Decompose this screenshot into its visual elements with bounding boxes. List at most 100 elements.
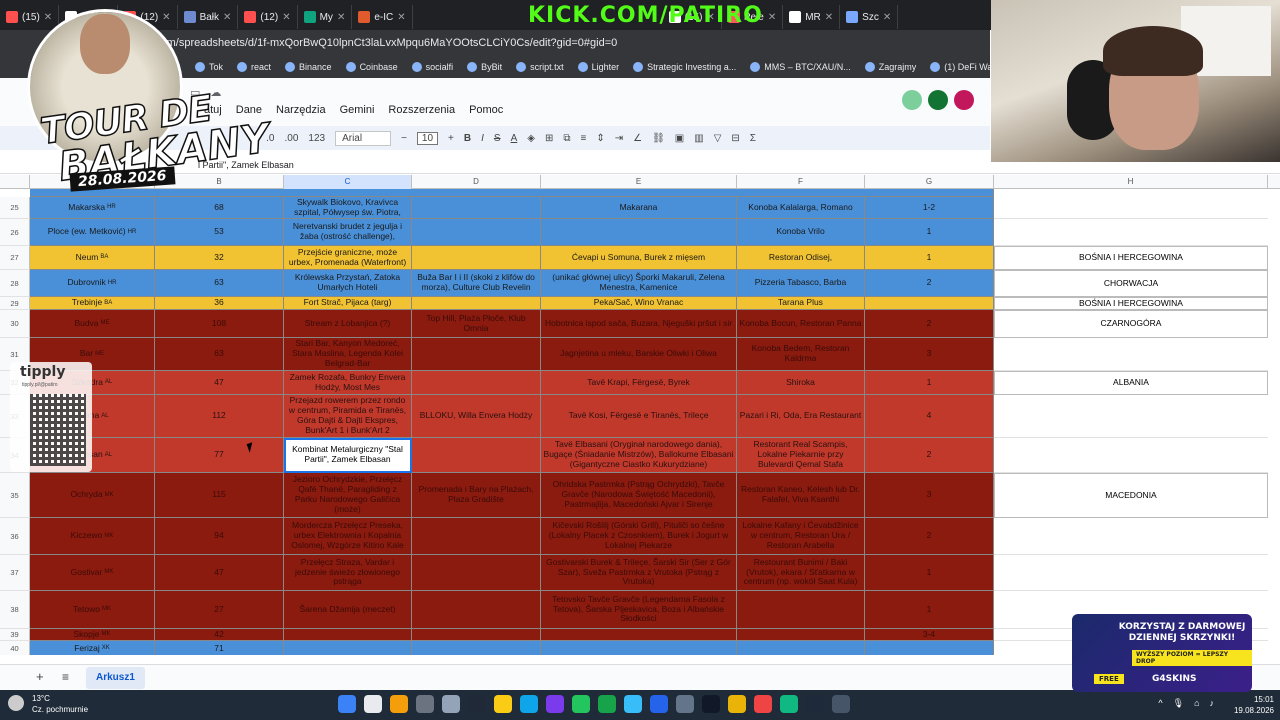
taskbar-app-icon[interactable] (832, 695, 850, 713)
cell-h[interactable]: CHORWACJA (994, 270, 1268, 297)
cell-h[interactable]: ALBANIA (994, 371, 1268, 395)
cell-d[interactable] (412, 629, 541, 641)
cell-g[interactable]: 2 (865, 518, 994, 555)
row-number[interactable]: 37 (0, 555, 30, 591)
cell-g[interactable]: 1 (865, 246, 994, 270)
cell-g[interactable]: 4 (865, 395, 994, 438)
row-number[interactable]: 35 (0, 473, 30, 518)
cell-c[interactable]: Skywalk Biokovo, Kravivca szpital, Półwy… (284, 197, 412, 219)
align-vertical-icon[interactable]: ⇕ (596, 133, 604, 144)
extension-pink-icon[interactable] (954, 90, 974, 110)
tab-close-icon[interactable]: ✕ (397, 12, 405, 23)
cell-d[interactable]: Buža Bar I i II (skoki z klifów do morza… (412, 270, 541, 297)
cell-g[interactable]: 2 (865, 310, 994, 338)
row-number[interactable]: 26 (0, 219, 30, 246)
cell-d[interactable]: Top Hill, Plaża Płoče, Klub Omnia (412, 310, 541, 338)
cell-b[interactable]: 53 (155, 219, 284, 246)
menu-item[interactable]: Rozszerzenia (388, 104, 455, 116)
cell-c[interactable]: Stream z Lobanjica (?) (284, 310, 412, 338)
cell-g[interactable]: 3 (865, 473, 994, 518)
cell-a[interactable]: Kiczewo MK (30, 518, 155, 555)
menu-item[interactable]: Narzędzia (276, 104, 326, 116)
extension-teal-icon[interactable] (928, 90, 948, 110)
browser-tab-6[interactable]: e-IC ✕ (352, 5, 413, 29)
bookmark-item[interactable]: socialfi (411, 62, 453, 72)
bookmark-item[interactable]: Zagrajmy (864, 62, 916, 72)
row-number[interactable]: 29 (0, 297, 30, 310)
column-header-e[interactable]: E (541, 175, 737, 189)
column-header-f[interactable]: F (737, 175, 865, 189)
cell-b[interactable]: 108 (155, 310, 284, 338)
functions-icon[interactable]: Σ (750, 133, 756, 144)
cell-h[interactable] (994, 555, 1268, 591)
borders-icon[interactable]: ⊞ (545, 133, 553, 144)
italic-button[interactable]: I (481, 133, 484, 144)
cell-h[interactable] (994, 338, 1268, 371)
cell-d[interactable]: Promenada i Bary na Plażach, Plaza Gradi… (412, 473, 541, 518)
taskbar-app-icon[interactable] (494, 695, 512, 713)
bookmark-item[interactable]: react (237, 62, 271, 72)
cell-a[interactable]: Dubrovnik HR (30, 270, 155, 297)
taskbar-app-icon[interactable] (728, 695, 746, 713)
cell-f[interactable]: Konoba Kalalarga, Romano (737, 197, 865, 219)
cell-f[interactable]: Konoba Vrilo (737, 219, 865, 246)
cell-f[interactable]: Restourant Bunimi / Baki (Vrutok), ekara… (737, 555, 865, 591)
cell-b[interactable]: 63 (155, 338, 284, 371)
bookmark-item[interactable]: Coinbase (345, 62, 398, 72)
cell-a[interactable]: Budva ME (30, 310, 155, 338)
cell-b[interactable]: 94 (155, 518, 284, 555)
filter-views-icon[interactable]: ⊟ (731, 133, 739, 144)
taskbar-app-icon[interactable] (416, 695, 434, 713)
taskbar-app-icon[interactable] (676, 695, 694, 713)
cell-a[interactable]: Trebinje BA (30, 297, 155, 310)
cell-g[interactable]: 1 (865, 591, 994, 629)
cell-h[interactable] (994, 197, 1268, 219)
cell-d[interactable]: BLLOKU, Willa Envera Hodży (412, 395, 541, 438)
bookmark-item[interactable]: Binance (285, 62, 332, 72)
cell-e[interactable]: Ohridska Pastrmka (Pstrąg Ochrydzki), Ta… (541, 473, 737, 518)
browser-tab-5[interactable]: My ✕ (298, 5, 353, 29)
menu-item[interactable]: Pomoc (469, 104, 503, 116)
cell-f[interactable]: Restorant Real Scampis, Lokalne Piekarni… (737, 438, 865, 473)
cell-b[interactable]: 27 (155, 591, 284, 629)
link-icon[interactable]: ⛓ (652, 133, 665, 144)
volume-icon[interactable]: ♪ (1210, 698, 1215, 709)
cell-d[interactable] (412, 338, 541, 371)
cell-c[interactable]: Neretvanski brudet z jegulja i žaba (ost… (284, 219, 412, 246)
cell-d[interactable] (412, 438, 541, 473)
row-number[interactable]: 39 (0, 629, 30, 641)
cell-a[interactable]: Neum BA (30, 246, 155, 270)
bookmark-item[interactable]: (1) DeFi Warhol on... (930, 62, 990, 72)
cell-g[interactable]: 1 (865, 219, 994, 246)
cell-f[interactable]: Lokalne Kafany i Ćevabdžinice w centrum,… (737, 518, 865, 555)
tab-close-icon[interactable]: ✕ (337, 12, 345, 23)
menu-item[interactable]: Gemini (340, 104, 375, 116)
bookmark-item[interactable]: script.txt (516, 62, 564, 72)
strikethrough-button[interactable]: S (494, 133, 501, 144)
filter-icon[interactable]: ▽ (714, 133, 722, 144)
cell-f[interactable]: Restoran Kaneo, Kelesh lub Dr. Falafel, … (737, 473, 865, 518)
cell-e[interactable]: Tetovsko Tavče Gravče (Legendarna Fasola… (541, 591, 737, 629)
cell-g[interactable]: 2 (865, 438, 994, 473)
cell-e[interactable] (541, 629, 737, 641)
taskbar-app-icon[interactable] (780, 695, 798, 713)
cell-g[interactable]: 1-2 (865, 197, 994, 219)
taskbar-app-icon[interactable] (364, 695, 382, 713)
font-size-increase-button[interactable]: + (448, 133, 454, 144)
column-header-c[interactable]: C (284, 175, 412, 189)
align-horizontal-icon[interactable]: ≡ (580, 133, 586, 144)
text-rotate-icon[interactable]: ∠ (633, 133, 642, 144)
cell-g[interactable]: 3 (865, 338, 994, 371)
cell-d[interactable] (412, 297, 541, 310)
cell-b[interactable]: 68 (155, 197, 284, 219)
cell-f[interactable]: Pizzeria Tabasco, Barba (737, 270, 865, 297)
sheet-tab-arkusz1[interactable]: Arkusz1 (86, 667, 145, 689)
tab-close-icon[interactable]: ✕ (768, 12, 776, 23)
column-header-d[interactable]: D (412, 175, 541, 189)
cell-h[interactable] (994, 518, 1268, 555)
cell-g[interactable] (865, 641, 994, 655)
cell-d[interactable] (412, 246, 541, 270)
row-number[interactable]: 40 (0, 641, 30, 655)
cell-g[interactable]: 3-4 (865, 629, 994, 641)
taskbar-app-icon[interactable] (806, 695, 824, 713)
